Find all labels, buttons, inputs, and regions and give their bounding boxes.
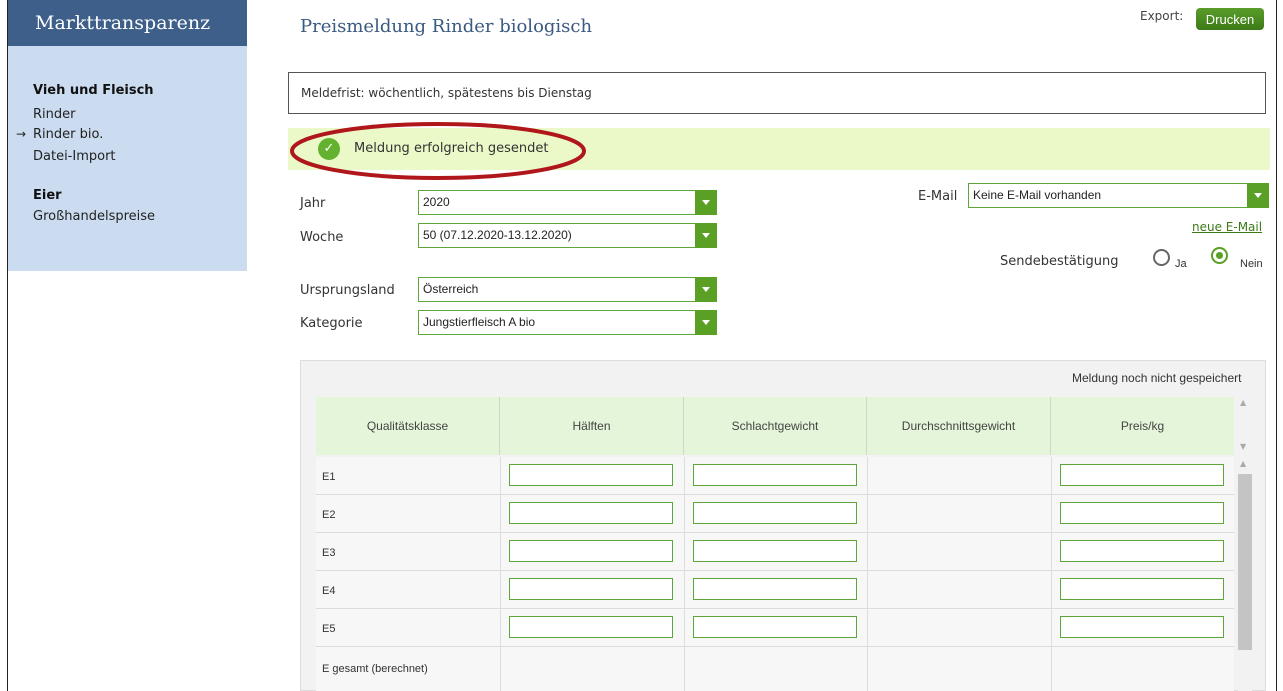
column-divider xyxy=(1051,457,1052,691)
row-divider xyxy=(316,494,1234,495)
row-label-e1: E1 xyxy=(322,471,336,483)
nav-group-eier: Eier xyxy=(33,188,62,203)
row-label-e2: E2 xyxy=(322,509,336,521)
nav-item-datei-import[interactable]: Datei-Import xyxy=(33,149,116,164)
origin-select[interactable]: Österreich xyxy=(418,277,717,302)
chevron-down-icon xyxy=(695,277,717,302)
input-e3-preis[interactable] xyxy=(1060,540,1224,562)
input-e4-haelften[interactable] xyxy=(509,578,673,600)
input-e5-schlachtgewicht[interactable] xyxy=(693,616,857,638)
input-e1-schlachtgewicht[interactable] xyxy=(693,464,857,486)
nav-item-rinder-bio[interactable]: Rinder bio. xyxy=(33,127,103,142)
chevron-down-icon xyxy=(695,310,717,335)
print-button[interactable]: Drucken xyxy=(1196,8,1264,30)
year-label: Jahr xyxy=(300,196,326,211)
email-select[interactable]: Keine E-Mail vorhanden xyxy=(968,183,1269,208)
table-body xyxy=(316,457,1234,691)
export-label: Export: xyxy=(1140,9,1184,23)
chevron-down-icon xyxy=(695,190,717,215)
deadline-notice: Meldefrist: wöchentlich, spätestens bis … xyxy=(288,72,1266,114)
week-label: Woche xyxy=(300,230,344,245)
row-label-e5: E5 xyxy=(322,623,336,635)
row-label-e-gesamt: E gesamt (berechnet) xyxy=(322,663,428,675)
category-label: Kategorie xyxy=(300,316,363,331)
origin-value: Österreich xyxy=(423,282,479,296)
scrollbar-thumb[interactable] xyxy=(1238,474,1252,650)
highlight-ellipse xyxy=(290,122,586,180)
row-label-e4: E4 xyxy=(322,585,336,597)
input-e2-preis[interactable] xyxy=(1060,502,1224,524)
column-divider xyxy=(684,457,685,691)
sidebar-title: Markttransparenz xyxy=(8,0,247,46)
week-value: 50 (07.12.2020-13.12.2020) xyxy=(423,228,572,242)
scroll-down-icon[interactable]: ▼ xyxy=(1240,442,1246,451)
column-header-qualitaetsklasse: Qualitätsklasse xyxy=(316,397,500,455)
column-divider xyxy=(867,457,868,691)
scroll-up-icon[interactable]: ▲ xyxy=(1240,459,1246,468)
window-border-right xyxy=(1276,0,1277,691)
week-select[interactable]: 50 (07.12.2020-13.12.2020) xyxy=(418,223,717,248)
page-title: Preismeldung Rinder biologisch xyxy=(300,16,593,37)
row-divider xyxy=(316,532,1234,533)
year-select[interactable]: 2020 xyxy=(418,190,717,215)
column-header-schlachtgewicht: Schlachtgewicht xyxy=(684,397,867,455)
nav-item-grosshandelspreise[interactable]: Großhandelspreise xyxy=(33,209,155,224)
category-value: Jungstierfleisch A bio xyxy=(423,315,536,329)
input-e5-haelften[interactable] xyxy=(509,616,673,638)
radio-nein[interactable] xyxy=(1211,247,1228,264)
radio-ja[interactable] xyxy=(1153,249,1170,266)
input-e5-preis[interactable] xyxy=(1060,616,1224,638)
input-e3-haelften[interactable] xyxy=(509,540,673,562)
input-e4-schlachtgewicht[interactable] xyxy=(693,578,857,600)
confirmation-label: Sendebestätigung xyxy=(1000,254,1119,269)
origin-label: Ursprungsland xyxy=(300,283,395,298)
email-value: Keine E-Mail vorhanden xyxy=(973,188,1102,202)
column-header-haelften: Hälften xyxy=(500,397,684,455)
new-email-link[interactable]: neue E-Mail xyxy=(1192,220,1262,234)
sidebar: Markttransparenz Vieh und Fleisch Rinder… xyxy=(8,0,247,271)
year-value: 2020 xyxy=(423,195,450,209)
save-status: Meldung noch nicht gespeichert xyxy=(1072,371,1242,385)
row-divider xyxy=(316,608,1234,609)
chevron-down-icon xyxy=(695,223,717,248)
scroll-up-icon[interactable]: ▲ xyxy=(1240,398,1246,407)
radio-ja-label: Ja xyxy=(1175,258,1187,270)
input-e2-schlachtgewicht[interactable] xyxy=(693,502,857,524)
category-select[interactable]: Jungstierfleisch A bio xyxy=(418,310,717,335)
nav-item-rinder[interactable]: Rinder xyxy=(33,107,75,122)
input-e3-schlachtgewicht[interactable] xyxy=(693,540,857,562)
input-e2-haelften[interactable] xyxy=(509,502,673,524)
radio-nein-label: Nein xyxy=(1240,258,1263,270)
active-arrow-icon: → xyxy=(16,127,27,141)
chevron-down-icon xyxy=(1247,183,1269,208)
column-divider xyxy=(500,457,501,691)
row-label-e3: E3 xyxy=(322,547,336,559)
column-header-preis-kg: Preis/kg xyxy=(1051,397,1234,455)
input-e4-preis[interactable] xyxy=(1060,578,1224,600)
column-header-durchschnittsgewicht: Durchschnittsgewicht xyxy=(867,397,1051,455)
email-label: E-Mail xyxy=(918,189,958,204)
input-e1-haelften[interactable] xyxy=(509,464,673,486)
row-divider xyxy=(316,646,1234,647)
input-e1-preis[interactable] xyxy=(1060,464,1224,486)
row-divider xyxy=(316,570,1234,571)
nav-group-vieh-und-fleisch: Vieh und Fleisch xyxy=(33,83,154,98)
